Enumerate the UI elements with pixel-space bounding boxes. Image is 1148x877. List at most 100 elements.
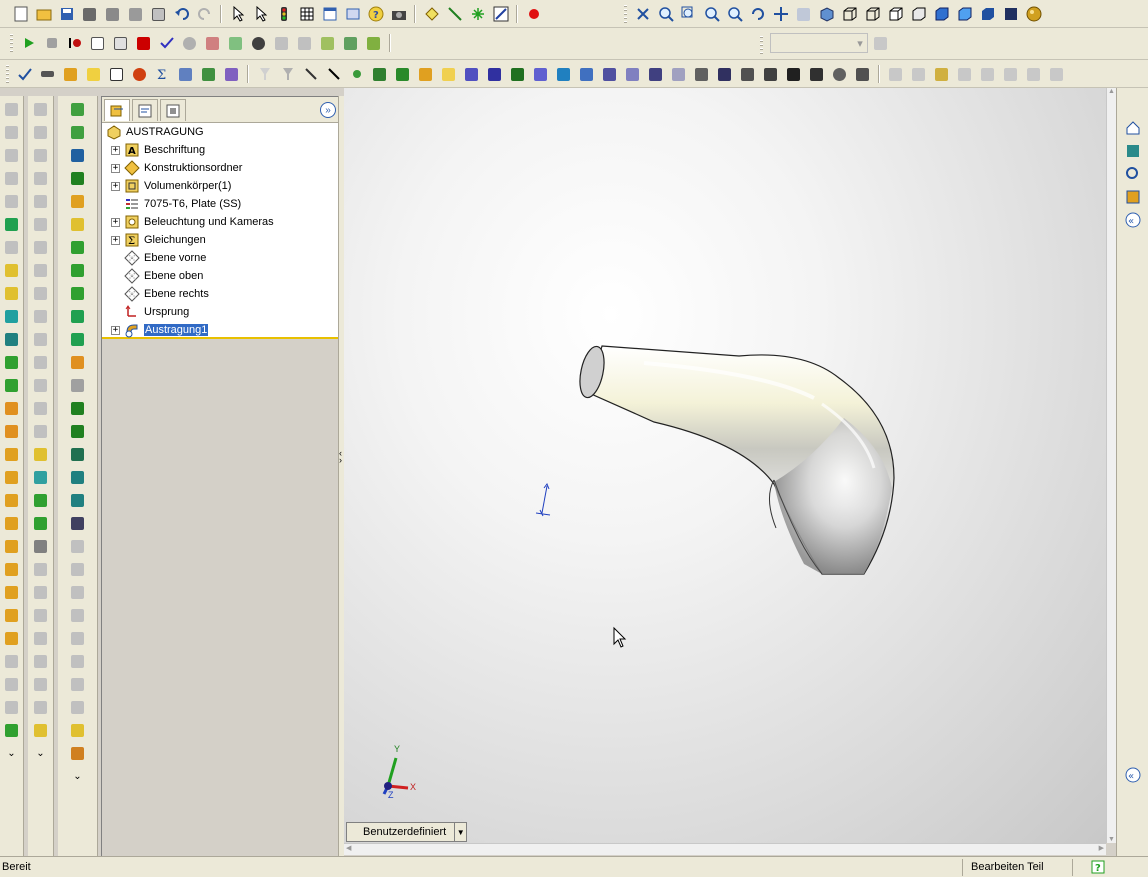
filter-icon[interactable] [323, 64, 344, 85]
tool-icon[interactable] [2, 720, 22, 740]
feature-tool-icon[interactable] [68, 260, 88, 280]
make-assembly-icon[interactable] [102, 4, 123, 25]
chevron-down-icon[interactable]: ▼ [454, 823, 466, 841]
feature-tool-icon[interactable] [68, 674, 88, 694]
hidden-lines-visible-icon[interactable] [862, 4, 883, 25]
feature-tool-icon[interactable] [68, 145, 88, 165]
filter-icon[interactable] [852, 64, 873, 85]
rotate-view-icon[interactable] [747, 4, 768, 25]
extend-icon[interactable] [31, 168, 51, 188]
feature-tool-icon[interactable] [68, 490, 88, 510]
rib-icon[interactable] [2, 513, 22, 533]
tree-item[interactable]: + Σ Gleichungen [102, 231, 206, 249]
filter-icon[interactable] [553, 64, 574, 85]
helix-icon[interactable] [2, 352, 22, 372]
tree-item[interactable]: + Beleuchtung und Kameras [102, 213, 274, 231]
sketch-tool-icon[interactable] [31, 720, 51, 740]
tool-icon[interactable] [2, 191, 22, 211]
tool-h-icon[interactable] [340, 33, 361, 54]
fillet-icon[interactable] [2, 398, 22, 418]
tree-item[interactable]: Ebene oben [102, 267, 203, 285]
expand-down-icon[interactable]: ⌄ [2, 743, 22, 763]
save-icon[interactable] [56, 4, 77, 25]
configuration-combo[interactable]: ▾ [770, 33, 868, 53]
sketch-tool-icon[interactable] [31, 375, 51, 395]
filter-icon[interactable] [346, 64, 367, 85]
tool-icon[interactable] [2, 99, 22, 119]
sketch-tool-icon[interactable] [31, 559, 51, 579]
checkmark-icon[interactable] [156, 33, 177, 54]
tree-item[interactable]: Ebene rechts [102, 285, 209, 303]
expand-toggle-icon[interactable]: + [111, 145, 120, 155]
config-button-icon[interactable] [870, 33, 891, 54]
sketch-tool-icon[interactable] [31, 697, 51, 717]
tree-item[interactable]: + Konstruktionsordner [102, 159, 242, 177]
disabled-tool-icon[interactable] [1046, 64, 1067, 85]
zoom-out-icon[interactable] [724, 4, 745, 25]
tool-icon[interactable] [37, 64, 58, 85]
tool-icon[interactable] [2, 237, 22, 257]
horizontal-scrollbar[interactable]: ◀ ▶ [344, 843, 1106, 855]
tool-icon[interactable] [2, 674, 22, 694]
tool-icon[interactable] [175, 64, 196, 85]
tree-item[interactable]: Ursprung [102, 303, 189, 321]
open-folder-icon[interactable] [33, 4, 54, 25]
feature-tool-icon[interactable] [68, 651, 88, 671]
tree-item[interactable]: + Volumenkörper(1) [102, 177, 231, 195]
filter-icon[interactable] [645, 64, 666, 85]
edit-macro-icon[interactable] [110, 33, 131, 54]
disabled-tool-icon[interactable] [1023, 64, 1044, 85]
shadows-icon[interactable] [954, 4, 975, 25]
filter-icon[interactable] [300, 64, 321, 85]
feature-tool-icon[interactable] [68, 421, 88, 441]
realview-sphere-icon[interactable] [1023, 4, 1044, 25]
grid-icon[interactable] [296, 4, 317, 25]
sketch-tool-icon[interactable] [31, 214, 51, 234]
chamfer-icon[interactable] [2, 421, 22, 441]
filter-icon[interactable] [415, 64, 436, 85]
loft-icon[interactable] [2, 467, 22, 487]
filter-icon[interactable] [714, 64, 735, 85]
tool-icon[interactable] [60, 64, 81, 85]
tree-item[interactable]: 7075-T6, Plate (SS) [102, 195, 241, 213]
tree-root[interactable]: AUSTRAGUNG [106, 123, 204, 141]
disabled-tool-icon[interactable] [908, 64, 929, 85]
tool-icon[interactable] [2, 122, 22, 142]
filter-icon[interactable] [277, 64, 298, 85]
expand-toggle-icon[interactable]: + [111, 163, 120, 173]
help-icon[interactable]: ? [1072, 858, 1148, 876]
tool-icon[interactable] [2, 697, 22, 717]
sketch-icon[interactable] [421, 4, 442, 25]
filter-icon[interactable] [254, 64, 275, 85]
tool-e-icon[interactable] [271, 33, 292, 54]
shell-icon[interactable] [2, 490, 22, 510]
tab-feature-manager[interactable] [104, 99, 130, 121]
zoom-to-fit-icon[interactable] [655, 4, 676, 25]
section-view-icon[interactable] [977, 4, 998, 25]
sketch-tool-icon[interactable] [31, 306, 51, 326]
tool-icon[interactable] [106, 64, 127, 85]
draft-icon[interactable] [2, 536, 22, 556]
trim-icon[interactable] [31, 145, 51, 165]
expand-toggle-icon[interactable]: + [111, 235, 120, 245]
feature-tool-icon[interactable] [68, 168, 88, 188]
tool-i-icon[interactable] [363, 33, 384, 54]
sketch-tool-icon[interactable] [31, 329, 51, 349]
previous-view-icon[interactable] [632, 4, 653, 25]
mirror-icon[interactable] [2, 582, 22, 602]
tool-icon[interactable] [221, 64, 242, 85]
filter-icon[interactable] [691, 64, 712, 85]
feature-tool-icon[interactable] [68, 513, 88, 533]
tool-a-icon[interactable] [179, 33, 200, 54]
disabled-tool-icon[interactable] [977, 64, 998, 85]
make-drawing-icon[interactable] [79, 4, 100, 25]
stop-macro-icon[interactable] [41, 33, 62, 54]
undo-icon[interactable] [171, 4, 192, 25]
filter-icon[interactable] [599, 64, 620, 85]
tool-icon[interactable] [2, 168, 22, 188]
graphics-viewport[interactable]: Y X Z Benutzerdefiniert ▼ [344, 88, 1106, 843]
filter-icon[interactable] [461, 64, 482, 85]
filter-icon[interactable] [576, 64, 597, 85]
select-other-icon[interactable] [250, 4, 271, 25]
window-tile-icon[interactable] [319, 4, 340, 25]
